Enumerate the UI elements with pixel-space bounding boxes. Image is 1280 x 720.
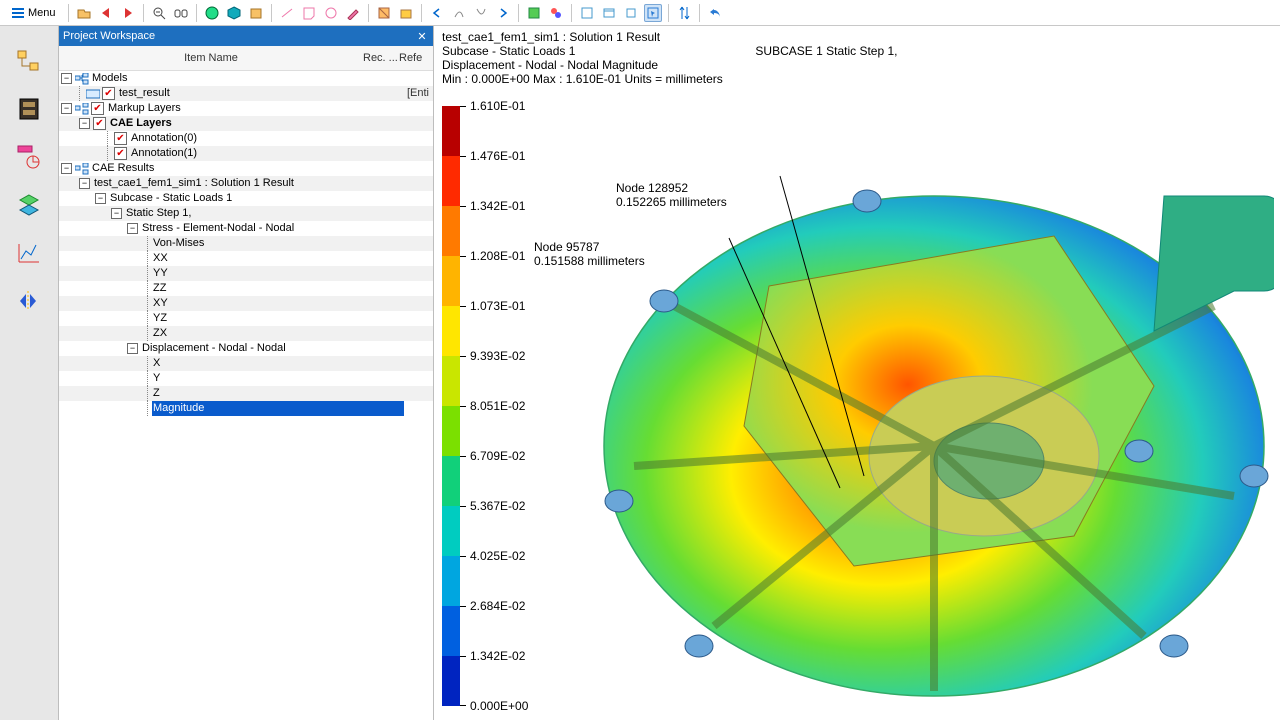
collapse-icon[interactable]: − (127, 223, 138, 234)
binoculars-icon[interactable] (172, 4, 190, 22)
checkbox-icon[interactable]: ✔ (93, 117, 106, 130)
cae-layers-node[interactable]: CAE Layers (109, 116, 172, 131)
checkbox-icon[interactable]: ✔ (114, 147, 127, 160)
workspace-tree[interactable]: −Models ✔test_result[Enti −✔Markup Layer… (59, 71, 433, 416)
hierarchy-icon[interactable] (14, 46, 44, 76)
yy-node[interactable]: YY (152, 266, 168, 281)
select-box-icon[interactable] (622, 4, 640, 22)
note-icon[interactable] (300, 4, 318, 22)
xy-node[interactable]: XY (152, 296, 168, 311)
open-icon[interactable] (75, 4, 93, 22)
checkbox-icon[interactable]: ✔ (102, 87, 115, 100)
viewport[interactable]: test_cae1_fem1_sim1 : Solution 1 Result … (434, 26, 1280, 720)
chart-icon[interactable] (14, 238, 44, 268)
y-node[interactable]: Y (152, 371, 160, 386)
checkbox-icon[interactable]: ✔ (114, 132, 127, 145)
pencil-icon[interactable] (344, 4, 362, 22)
menu-label: Menu (28, 7, 56, 19)
collapse-icon[interactable]: − (61, 73, 72, 84)
sort-icon[interactable] (675, 4, 693, 22)
color-legend: 1.610E-011.476E-011.342E-011.208E-011.07… (442, 106, 460, 706)
select-cursor-icon[interactable] (644, 4, 662, 22)
select-rect-icon[interactable] (578, 4, 596, 22)
project-workspace-panel: Project Workspace ✕ Item Name Rec. ... R… (59, 26, 434, 720)
models-node[interactable]: Models (91, 71, 127, 86)
col-refe: Refe (399, 52, 433, 64)
col-rec: Rec. ... (363, 52, 399, 64)
arrow-left-icon[interactable] (428, 4, 446, 22)
xx-node[interactable]: XX (152, 251, 168, 266)
test-result-right: [Enti (407, 86, 433, 101)
globe-icon[interactable] (203, 4, 221, 22)
collapse-icon[interactable]: − (61, 163, 72, 174)
panel-title: Project Workspace (63, 30, 155, 42)
markup-layers-node[interactable]: Markup Layers (107, 101, 181, 116)
annotation-1-node[interactable]: Annotation(1) (130, 146, 197, 161)
mesh-icon[interactable] (14, 190, 44, 220)
step-node[interactable]: Static Step 1, (125, 206, 191, 221)
collapse-icon[interactable]: − (61, 103, 72, 114)
collapse-icon[interactable]: − (79, 118, 90, 129)
x-node[interactable]: X (152, 356, 160, 371)
stress-node[interactable]: Stress - Element-Nodal - Nodal (141, 221, 294, 236)
layer-orient-icon[interactable] (14, 142, 44, 172)
cae-results-node[interactable]: CAE Results (91, 161, 154, 176)
collapse-icon[interactable]: − (111, 208, 122, 219)
surface-icon[interactable] (397, 4, 415, 22)
prev-icon[interactable] (97, 4, 115, 22)
checkbox-icon[interactable]: ✔ (91, 102, 104, 115)
undo-icon[interactable] (706, 4, 724, 22)
annotation-0-node[interactable]: Annotation(0) (130, 131, 197, 146)
mirror-icon[interactable] (14, 286, 44, 316)
main-toolbar: Menu (0, 0, 1280, 26)
annotation-node-128952: Node 128952 0.152265 millimeters (616, 181, 727, 209)
curve-up-icon[interactable] (450, 4, 468, 22)
tree-header: Item Name Rec. ... Refe (59, 46, 433, 71)
close-icon[interactable]: ✕ (415, 29, 429, 43)
film-icon[interactable] (14, 94, 44, 124)
circle-icon[interactable] (322, 4, 340, 22)
annotation-node-95787: Node 95787 0.151588 millimeters (534, 240, 645, 268)
cube-icon[interactable] (225, 4, 243, 22)
collapse-icon[interactable]: − (95, 193, 106, 204)
zx-node[interactable]: ZX (152, 326, 167, 341)
palette-icon[interactable] (547, 4, 565, 22)
displacement-node[interactable]: Displacement - Nodal - Nodal (141, 341, 286, 356)
sim-node[interactable]: test_cae1_fem1_sim1 : Solution 1 Result (93, 176, 294, 191)
next-icon[interactable] (119, 4, 137, 22)
subcase-node[interactable]: Subcase - Static Loads 1 (109, 191, 232, 206)
z-node[interactable]: Z (152, 386, 160, 401)
collapse-icon[interactable]: − (79, 178, 90, 189)
render-icon[interactable] (525, 4, 543, 22)
menu-button[interactable]: Menu (6, 5, 62, 21)
col-item-name: Item Name (59, 52, 363, 64)
test-result-node[interactable]: test_result (118, 86, 170, 101)
section-icon[interactable] (375, 4, 393, 22)
select-window-icon[interactable] (600, 4, 618, 22)
zz-node[interactable]: ZZ (152, 281, 166, 296)
yz-node[interactable]: YZ (152, 311, 167, 326)
result-header: test_cae1_fem1_sim1 : Solution 1 Result … (442, 30, 898, 86)
von-mises-node[interactable]: Von-Mises (152, 236, 204, 251)
box-icon[interactable] (247, 4, 265, 22)
arrow-right-icon[interactable] (494, 4, 512, 22)
curve-down-icon[interactable] (472, 4, 490, 22)
collapse-icon[interactable]: − (127, 343, 138, 354)
dimension-icon[interactable] (278, 4, 296, 22)
zoom-out-icon[interactable] (150, 4, 168, 22)
magnitude-node[interactable]: Magnitude (152, 401, 404, 416)
left-toolbar (0, 26, 59, 720)
